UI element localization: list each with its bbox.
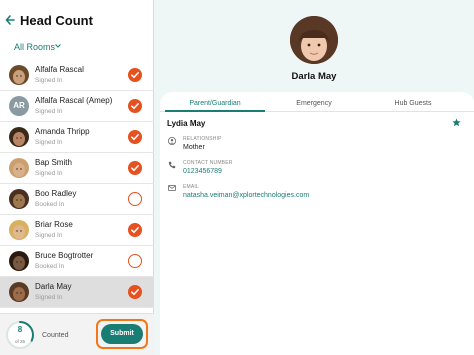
person-icon: [168, 137, 176, 145]
active-tab-indicator: [165, 110, 265, 112]
avatar: [9, 189, 29, 209]
child-row[interactable]: AR Alfalfa Rascal (Amep) Signed In: [0, 91, 154, 122]
checked-circle[interactable]: [128, 285, 142, 299]
phone-icon: [168, 161, 176, 169]
profile-avatar: [290, 16, 338, 64]
child-status: Signed In: [35, 139, 63, 146]
child-name: Amanda Thripp: [35, 127, 90, 136]
child-status: Booked In: [35, 201, 65, 208]
child-row[interactable]: Amanda Thripp Signed In: [0, 122, 154, 153]
relationship-value: Mother: [183, 144, 205, 151]
check-icon: [131, 289, 139, 296]
check-icon: [131, 72, 139, 79]
child-name: Alfalfa Rascal: [35, 65, 84, 74]
check-icon: [131, 134, 139, 141]
child-name: Bap Smith: [35, 158, 72, 167]
child-row[interactable]: Boo Radley Booked In: [0, 184, 154, 215]
child-row[interactable]: Bruce Bogtrotter Booked In: [0, 246, 154, 277]
checked-circle[interactable]: [128, 68, 142, 82]
count-total: of 25: [14, 339, 25, 344]
submit-highlight: Submit: [96, 319, 148, 349]
counted-label: Counted: [42, 332, 69, 339]
child-row[interactable]: Darla May Signed In: [0, 277, 154, 308]
tab-hub-guests[interactable]: Hub Guests: [363, 100, 463, 107]
checked-circle[interactable]: [128, 223, 142, 237]
panel-header: Head Count: [0, 0, 154, 40]
avatar: [9, 65, 29, 85]
check-icon: [131, 103, 139, 110]
contact-number-value[interactable]: 0123456789: [183, 168, 222, 175]
tab-emergency[interactable]: Emergency: [264, 100, 364, 107]
child-status: Booked In: [35, 263, 65, 270]
checked-circle[interactable]: [128, 130, 142, 144]
avatar: [9, 251, 29, 271]
submit-button[interactable]: Submit: [101, 324, 143, 344]
child-row[interactable]: Alfalfa Rascal Signed In: [0, 60, 154, 91]
page-title: Head Count: [20, 13, 93, 28]
child-name: Briar Rose: [35, 220, 73, 229]
child-status: Signed In: [35, 294, 63, 301]
child-name: Bruce Bogtrotter: [35, 251, 94, 260]
email-value[interactable]: natasha.veiman@xplortechnologies.com: [183, 192, 309, 199]
child-row[interactable]: Briar Rose Signed In: [0, 215, 154, 246]
checked-circle[interactable]: [128, 161, 142, 175]
relationship-label: RELATIONSHIP: [183, 136, 222, 142]
contacts-card: Parent/Guardian Emergency Hub Guests Lyd…: [160, 92, 474, 355]
guardian-name: Lydia May: [167, 119, 206, 128]
child-name: Darla May: [35, 282, 72, 291]
child-name: Boo Radley: [35, 189, 77, 198]
child-status: Signed In: [35, 108, 63, 115]
contact-number-label: CONTACT NUMBER: [183, 160, 233, 166]
child-status: Signed In: [35, 77, 63, 84]
count-footer: 8 of 25 Counted Submit: [0, 313, 154, 355]
avatar: [9, 220, 29, 240]
star-icon[interactable]: [452, 118, 461, 127]
mail-icon: [168, 185, 176, 191]
profile-name: Darla May: [291, 71, 337, 82]
chevron-down-icon[interactable]: [55, 44, 61, 48]
unchecked-circle[interactable]: [128, 254, 142, 268]
unchecked-circle[interactable]: [128, 192, 142, 206]
rooms-filter[interactable]: All Rooms: [14, 42, 55, 52]
tab-parent-guardian[interactable]: Parent/Guardian: [165, 100, 265, 107]
back-arrow-icon[interactable]: [5, 12, 17, 28]
email-label: EMAIL: [183, 184, 200, 190]
child-name: Alfalfa Rascal (Amep): [35, 96, 113, 105]
count-value: 8: [17, 325, 23, 334]
contact-tabs: Parent/Guardian Emergency Hub Guests: [160, 96, 474, 112]
checked-circle[interactable]: [128, 99, 142, 113]
child-status: Signed In: [35, 170, 63, 177]
avatar: AR: [9, 96, 29, 116]
avatar: [9, 158, 29, 178]
head-count-panel: Head Count All Rooms Alfalfa Rascal Signe…: [0, 0, 154, 355]
child-status: Signed In: [35, 232, 63, 239]
child-row[interactable]: Bap Smith Signed In: [0, 153, 154, 184]
avatar: [9, 127, 29, 147]
check-icon: [131, 165, 139, 172]
avatar: [9, 282, 29, 302]
check-icon: [131, 227, 139, 234]
